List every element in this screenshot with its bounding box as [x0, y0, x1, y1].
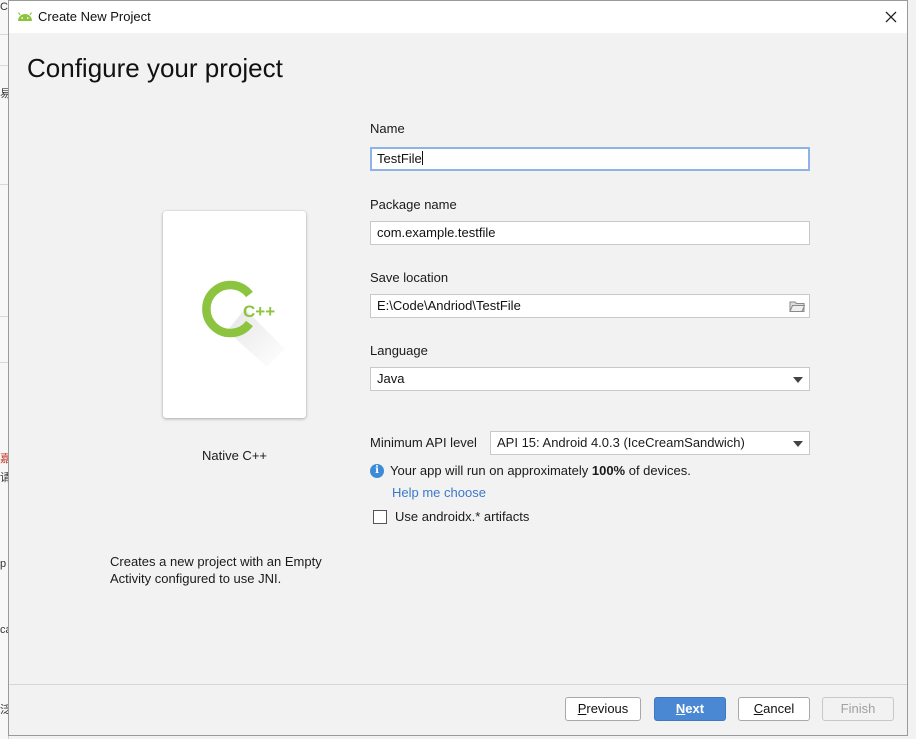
package-name-value: com.example.testfile — [377, 225, 496, 240]
next-mnemonic: N — [675, 701, 686, 716]
name-label: Name — [370, 121, 405, 136]
package-name-label: Package name — [370, 197, 457, 212]
cpp-logo-text: C++ — [243, 302, 275, 321]
min-api-select[interactable]: API 15: Android 4.0.3 (IceCreamSandwich) — [490, 431, 810, 455]
finish-button[interactable]: Finish — [822, 697, 894, 721]
previous-label: revious — [586, 701, 629, 716]
name-input[interactable]: TestFile — [370, 147, 810, 171]
previous-button[interactable]: Previous — [565, 697, 641, 721]
background-text: 请 — [0, 472, 8, 484]
template-preview-card: C++ — [163, 211, 306, 418]
template-description: Creates a new project with an Empty Acti… — [110, 554, 322, 586]
close-icon — [885, 11, 897, 23]
coverage-percent: 100% — [591, 463, 626, 478]
background-text: C — [0, 1, 8, 13]
title-bar: Create New Project — [9, 1, 907, 33]
coverage-text-suffix: of devices. — [625, 463, 691, 478]
background-divider — [0, 316, 8, 317]
background-divider — [0, 184, 8, 185]
background-divider — [0, 34, 8, 35]
min-api-value: API 15: Android 4.0.3 (IceCreamSandwich) — [497, 435, 745, 450]
cancel-mnemonic: C — [753, 701, 764, 716]
help-me-choose-link[interactable]: Help me choose — [392, 485, 486, 500]
template-name: Native C++ — [201, 448, 268, 463]
background-text: 嘉 — [0, 453, 8, 465]
chevron-down-icon — [793, 441, 803, 447]
background-text: p — [0, 558, 7, 570]
background-text: 泛 — [0, 704, 8, 716]
cancel-label: ancel — [763, 701, 795, 716]
background-text: 易 — [0, 88, 8, 100]
device-coverage-info: i Your app will run on approximately 100… — [370, 463, 691, 478]
create-project-dialog: Create New Project Configure your projec… — [8, 0, 908, 736]
androidx-checkbox-label: Use androidx.* artifacts — [395, 509, 530, 524]
language-value: Java — [377, 371, 405, 386]
save-location-label: Save location — [370, 270, 449, 285]
language-label: Language — [370, 343, 428, 358]
info-icon: i — [370, 463, 384, 478]
next-button[interactable]: Next — [654, 697, 726, 721]
folder-icon[interactable] — [789, 299, 805, 313]
background-text: ca — [0, 624, 8, 636]
androidx-checkbox[interactable] — [373, 509, 387, 524]
android-icon — [17, 12, 33, 21]
background-divider — [0, 65, 8, 66]
androidx-checkbox-row[interactable]: Use androidx.* artifacts — [373, 509, 529, 524]
footer-divider — [9, 684, 907, 685]
cpp-logo-icon: C++ — [202, 280, 285, 367]
chevron-down-icon — [793, 377, 803, 383]
coverage-text-prefix: Your app will run on approximately — [390, 463, 592, 478]
language-select[interactable]: Java — [370, 367, 810, 391]
min-api-label: Minimum API level — [370, 435, 477, 450]
cancel-button[interactable]: Cancel — [738, 697, 810, 721]
save-location-value: E:\Code\Andriod\TestFile — [377, 298, 521, 313]
save-location-input[interactable]: E:\Code\Andriod\TestFile — [370, 294, 810, 318]
package-name-input[interactable]: com.example.testfile — [370, 221, 810, 245]
name-input-value: TestFile — [377, 151, 422, 166]
text-caret — [421, 151, 423, 165]
window-title: Create New Project — [38, 9, 151, 24]
background-divider — [0, 362, 8, 363]
page-title: Configure your project — [27, 53, 283, 83]
next-label: ext — [685, 701, 705, 716]
close-button[interactable] — [875, 1, 907, 33]
